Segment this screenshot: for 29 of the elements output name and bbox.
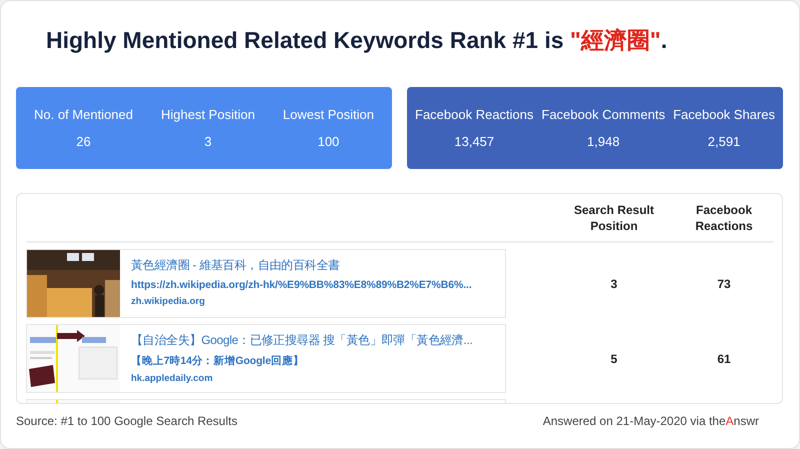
stat-label: Facebook Reactions	[415, 107, 534, 122]
result-subtitle: https://zh.wikipedia.org/zh-hk/%E9%BB%83%E8%89%B2%E7%B6%...	[131, 279, 472, 291]
table-cell-text: 5	[610, 352, 618, 366]
result-domain: hk.appledaily.com	[131, 373, 214, 384]
result-subtitle: 【晚上7時14分：新增Google回應】	[131, 354, 305, 368]
search-result[interactable]: 黃色經濟圈 - 維基百科，自由的百科全書 https://zh.wikipedia.org/zh-hk/%E9%BB%83%E8%89%B2%E7%B6%... zh.wikipedia.org	[26, 249, 506, 318]
page-title: Highly Mentioned Related Keywords Rank #1 is "經濟圈".	[46, 26, 668, 55]
result-title[interactable]: 黃色經濟圈 - 維基百科，自由的百科全書	[131, 257, 472, 274]
stat-value: 2,591	[708, 134, 740, 149]
answered-note: Answered on 21-May-2020 via theAnswr	[542, 414, 759, 428]
stat-label: Lowest Position	[282, 107, 374, 122]
stat-label: No. of Mentioned	[34, 107, 133, 122]
result-domain: zh.wikipedia.org	[131, 296, 206, 307]
source-note: Source: #1 to 100 Google Search Results	[16, 414, 238, 428]
result-title[interactable]: 【自治全失】Google：已修正搜尋器 搜「黃色」即彈「黃色經濟...	[131, 332, 473, 349]
stat-label: Facebook Comments	[542, 107, 666, 122]
stat-value: 100	[318, 134, 340, 149]
table-cell-text: 73	[716, 276, 732, 290]
stat-label: Facebook Shares	[673, 107, 775, 122]
column-header: Search Result Position	[572, 202, 656, 234]
stat-value: 26	[76, 134, 91, 149]
column-header: Facebook Reactions	[694, 202, 754, 234]
stat-label: Highest Position	[160, 107, 255, 122]
search-result[interactable]: 【自治全失】Google：已修正搜尋器 搜「黃色」即彈「黃色經濟... 【晚上7時14分：新增Google回應】 hk.appledaily.com	[26, 324, 506, 393]
table-cell-text: 61	[716, 352, 732, 366]
stat-value: 1,948	[587, 134, 620, 149]
stat-value: 3	[204, 134, 212, 149]
stat-value: 13,457	[454, 134, 494, 149]
table-cell-text: 3	[610, 276, 618, 290]
